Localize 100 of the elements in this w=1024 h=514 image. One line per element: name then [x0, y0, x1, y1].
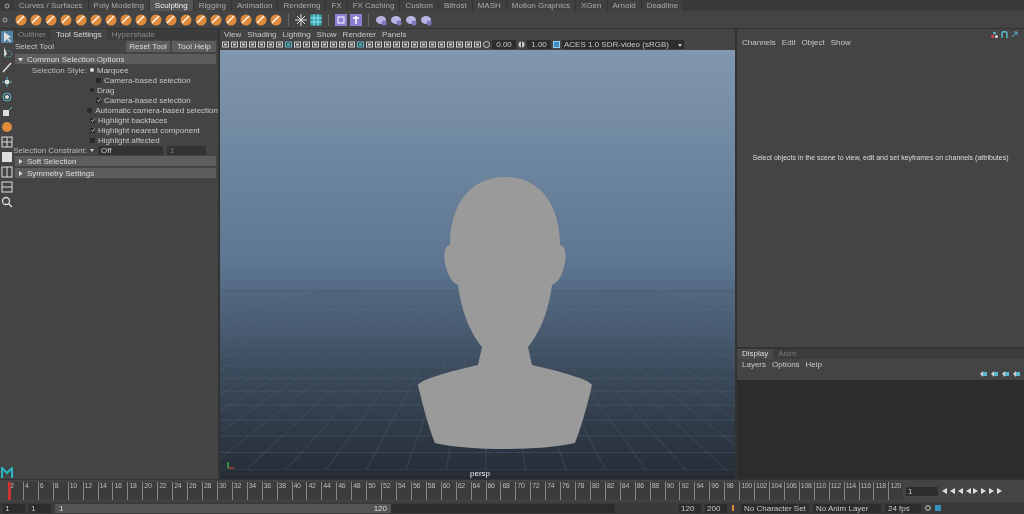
- arch-icon[interactable]: [1001, 31, 1008, 38]
- dropdown[interactable]: Off: [98, 145, 163, 155]
- mesh-tool-icon[interactable]: [375, 13, 387, 26]
- menu-item[interactable]: Shading: [247, 29, 277, 39]
- menu-item[interactable]: Object: [801, 38, 825, 47]
- move-icon[interactable]: [0, 76, 13, 88]
- menu-item[interactable]: View: [224, 29, 242, 39]
- prev-key-icon[interactable]: [949, 488, 955, 494]
- menu-item[interactable]: Options: [772, 360, 800, 369]
- radio-button[interactable]: [90, 68, 94, 72]
- node-icon[interactable]: [991, 31, 998, 38]
- play-back-icon[interactable]: [965, 488, 971, 494]
- tool-button[interactable]: Tool Help: [172, 41, 216, 52]
- mesh-tool-icon[interactable]: [420, 13, 432, 26]
- sculpt-brush-icon[interactable]: [105, 13, 117, 26]
- mesh-tool-icon[interactable]: [405, 13, 417, 26]
- loop-icon[interactable]: [925, 505, 931, 511]
- sculpt-brush-icon[interactable]: [165, 13, 177, 26]
- menu-item[interactable]: Show: [830, 38, 851, 47]
- select-arrow-icon[interactable]: [0, 31, 13, 43]
- sculpt-brush-icon[interactable]: [30, 13, 42, 26]
- color-management-icon[interactable]: [553, 41, 560, 48]
- aperture-icon[interactable]: [483, 41, 490, 48]
- gamma-icon[interactable]: [518, 41, 525, 48]
- current-frame-field[interactable]: 1: [906, 486, 938, 496]
- sculpt-brush-icon[interactable]: [225, 13, 237, 26]
- sculpt-brush-icon[interactable]: [90, 13, 102, 26]
- next-key-icon[interactable]: [989, 488, 995, 494]
- next-frame-icon[interactable]: [981, 488, 987, 494]
- prev-frame-icon[interactable]: [957, 488, 963, 494]
- search-icon[interactable]: [0, 196, 13, 208]
- sculpt-brush-icon[interactable]: [240, 13, 252, 26]
- sculpt-brush-icon[interactable]: [60, 13, 72, 26]
- section-header[interactable]: Common Selection Options: [15, 54, 216, 64]
- sparkle-icon[interactable]: [295, 13, 307, 26]
- sculpt-brush-icon[interactable]: [15, 13, 27, 26]
- checkbox[interactable]: [90, 117, 95, 123]
- step-forward-icon[interactable]: [997, 488, 1003, 494]
- single-layout-icon[interactable]: [0, 151, 13, 163]
- sculpt-brush-icon[interactable]: [75, 13, 87, 26]
- key-icon[interactable]: [731, 505, 737, 511]
- menu-item[interactable]: Layers: [742, 360, 766, 369]
- menu-item[interactable]: Show: [316, 29, 337, 39]
- tool-button[interactable]: Reset Tool: [126, 41, 170, 52]
- section-header[interactable]: Soft Selection: [15, 156, 216, 166]
- sculpt-brush-icon[interactable]: [210, 13, 222, 26]
- layer-arrow-icon[interactable]: [1013, 371, 1020, 377]
- section-header[interactable]: Symmetry Settings: [15, 168, 216, 178]
- panel-tab[interactable]: Tool Settings: [51, 29, 107, 40]
- checkbox[interactable]: [87, 107, 93, 113]
- sculpt-brush-icon[interactable]: [195, 13, 207, 26]
- sculpt-brush-icon[interactable]: [255, 13, 267, 26]
- current-frame-marker[interactable]: [8, 482, 11, 500]
- radio-button[interactable]: [90, 88, 94, 92]
- fps-dropdown[interactable]: 24 fps: [885, 503, 921, 513]
- checkbox[interactable]: [90, 137, 95, 143]
- panel-tab[interactable]: Hypershade: [106, 29, 160, 40]
- split-layout-icon[interactable]: [0, 166, 13, 178]
- lasso-icon[interactable]: [0, 46, 13, 58]
- mesh-tool-icon[interactable]: [390, 13, 402, 26]
- sculpt-brush-icon[interactable]: [180, 13, 192, 26]
- sculpt-brush-icon[interactable]: [270, 13, 282, 26]
- sculpt-ball-icon[interactable]: [0, 121, 13, 133]
- sculpt-brush-icon[interactable]: [120, 13, 132, 26]
- pin-icon[interactable]: [350, 13, 362, 26]
- menu-item[interactable]: Channels: [742, 38, 776, 47]
- menu-item[interactable]: Renderer: [342, 29, 376, 39]
- playback-start-field[interactable]: 1: [29, 503, 51, 513]
- anim-layer-dropdown[interactable]: No Anim Layer: [813, 503, 881, 513]
- expand-icon[interactable]: [1011, 31, 1018, 38]
- start-frame-field[interactable]: 1: [3, 503, 25, 513]
- exposure-field[interactable]: 0.00: [492, 40, 516, 49]
- checkbox[interactable]: [96, 97, 101, 103]
- scale-icon[interactable]: [0, 106, 13, 118]
- rotate-icon[interactable]: [0, 91, 13, 103]
- menu-item[interactable]: Panels: [381, 29, 407, 39]
- menu-item[interactable]: Help: [805, 360, 823, 369]
- quad-layout-icon[interactable]: [0, 136, 13, 148]
- menu-item[interactable]: Lighting: [282, 29, 311, 39]
- checkbox[interactable]: [90, 127, 95, 133]
- sculpt-brush-icon[interactable]: [45, 13, 57, 26]
- panel-tab[interactable]: Outliner: [13, 29, 51, 40]
- layer-tab[interactable]: Display: [737, 349, 774, 359]
- step-back-icon[interactable]: [941, 488, 947, 494]
- panel-layout-icon[interactable]: [0, 181, 13, 193]
- playback-end-field[interactable]: 120: [679, 503, 701, 513]
- character-set-dropdown[interactable]: No Character Set: [741, 503, 809, 513]
- sculpt-brush-icon[interactable]: [135, 13, 147, 26]
- gamma-field[interactable]: 1.00: [527, 40, 551, 49]
- range-slider[interactable]: 1 120: [55, 503, 391, 513]
- layer-arrow-icon[interactable]: [980, 371, 987, 377]
- checkbox[interactable]: [96, 77, 101, 83]
- shelf-tab[interactable]: FX: [326, 0, 348, 11]
- end-frame-field[interactable]: 200: [705, 503, 727, 513]
- cube-icon[interactable]: [335, 13, 347, 26]
- menu-item[interactable]: Edit: [781, 38, 796, 47]
- colorspace-dropdown[interactable]: ACES 1.0 SDR-video (sRGB): [562, 40, 684, 49]
- layer-arrow-icon[interactable]: [1002, 371, 1009, 377]
- paint-brush-icon[interactable]: [0, 61, 13, 73]
- sculpt-brush-icon[interactable]: [150, 13, 162, 26]
